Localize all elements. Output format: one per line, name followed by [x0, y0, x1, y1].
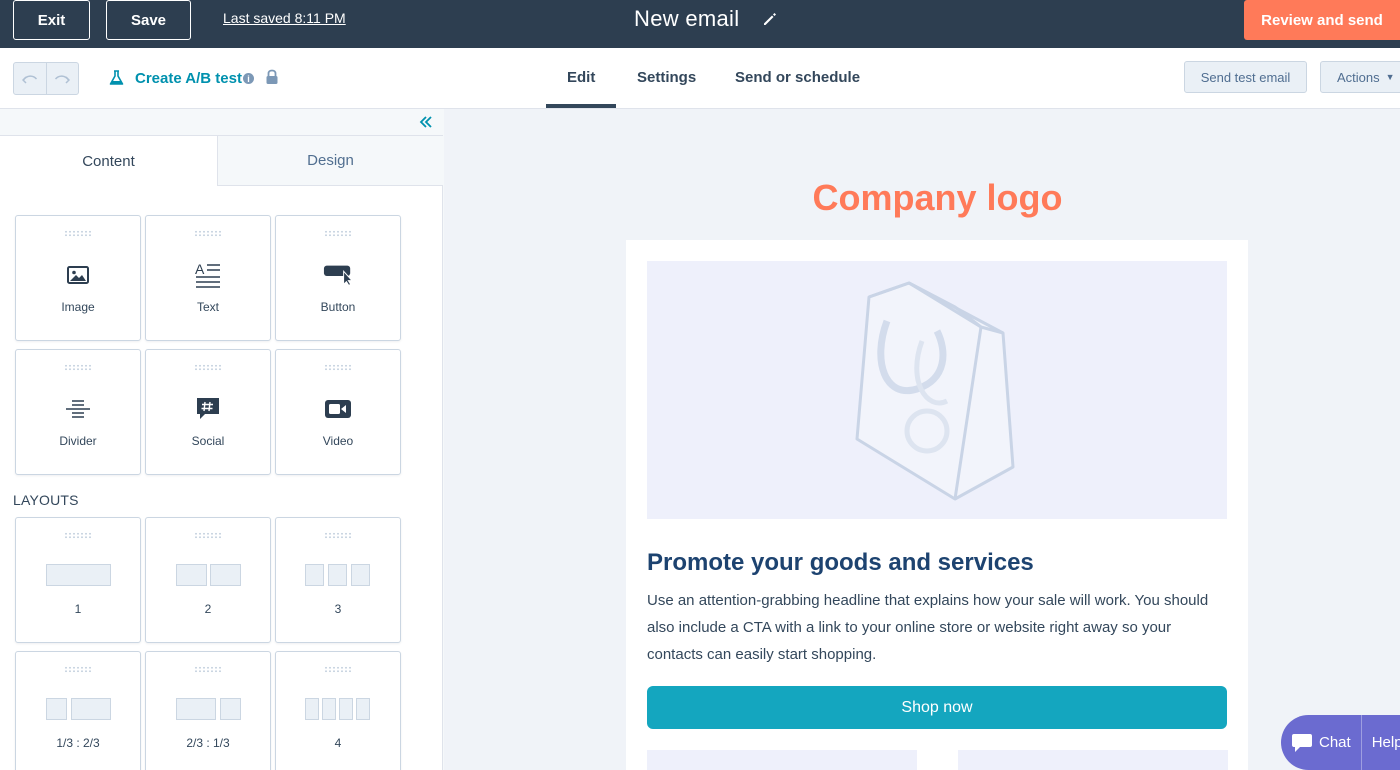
drag-handle-icon	[194, 532, 222, 539]
chevron-down-icon: ▼	[1385, 72, 1395, 82]
module-social[interactable]: Social	[145, 349, 271, 475]
tab-content[interactable]: Content	[0, 136, 217, 186]
tab-edit[interactable]: Edit	[567, 69, 595, 86]
module-divider[interactable]: Divider	[15, 349, 141, 475]
drag-handle-icon	[64, 364, 92, 371]
layout-label: 1/3 : 2/3	[56, 736, 100, 750]
module-label: Button	[320, 300, 356, 314]
top-bar: Exit Save Last saved 8:11 PM New email R…	[0, 0, 1400, 48]
layout-3-columns[interactable]: 3	[275, 517, 401, 643]
product-image[interactable]	[958, 750, 1228, 770]
product-image[interactable]	[647, 750, 917, 770]
drag-handle-icon	[324, 230, 352, 237]
layout-label: 3	[334, 602, 342, 616]
help-button[interactable]: Help	[1362, 715, 1400, 770]
layout-two-thirds-one-third[interactable]: 2/3 : 1/3	[145, 651, 271, 770]
layouts-heading: LAYOUTS	[13, 492, 79, 508]
drag-handle-icon	[324, 532, 352, 539]
collapse-icon[interactable]	[418, 114, 434, 130]
video-icon	[325, 400, 351, 418]
last-saved-link[interactable]: Last saved 8:11 PM	[223, 10, 346, 26]
email-title: New email	[634, 6, 740, 31]
layout-one-third-two-thirds[interactable]: 1/3 : 2/3	[15, 651, 141, 770]
module-label: Divider	[59, 434, 97, 448]
chat-bubble-icon	[1292, 733, 1312, 752]
undo-redo-group	[13, 62, 79, 95]
drag-handle-icon	[324, 364, 352, 371]
redo-button[interactable]	[45, 63, 79, 94]
social-icon	[197, 398, 219, 419]
text-icon: A	[195, 261, 220, 288]
email-canvas: Company logo Promote your goods and serv…	[444, 109, 1400, 770]
layout-label: 4	[334, 736, 342, 750]
send-test-email-button[interactable]: Send test email	[1184, 61, 1307, 93]
drag-handle-icon	[194, 364, 222, 371]
layout-preview	[305, 698, 370, 720]
create-ab-test-link[interactable]: Create A/B test	[135, 70, 242, 87]
module-label: Text	[196, 300, 219, 314]
exit-button[interactable]: Exit	[13, 0, 90, 40]
shop-now-button[interactable]: Shop now	[647, 686, 1227, 729]
lock-icon	[266, 69, 278, 84]
layout-label: 2	[204, 602, 212, 616]
email-headline[interactable]: Promote your goods and services	[647, 549, 1034, 577]
chat-widget[interactable]: Chat Help	[1281, 715, 1400, 770]
module-text[interactable]: A Text	[145, 215, 271, 341]
drag-handle-icon	[324, 666, 352, 673]
email-body-text[interactable]: Use an attention-grabbing headline that …	[647, 587, 1227, 668]
divider-icon	[66, 400, 90, 418]
actions-label: Actions	[1337, 69, 1380, 85]
chat-label: Chat	[1319, 734, 1351, 751]
company-logo[interactable]: Company logo	[444, 177, 1400, 219]
undo-button[interactable]	[14, 63, 46, 94]
email-body: Promote your goods and services Use an a…	[626, 240, 1248, 770]
tab-design[interactable]: Design	[217, 136, 443, 186]
module-button[interactable]: Button	[275, 215, 401, 341]
tab-settings[interactable]: Settings	[637, 69, 696, 86]
drag-handle-icon	[64, 532, 92, 539]
module-label: Social	[191, 434, 225, 448]
module-image[interactable]: Image	[15, 215, 141, 341]
chat-button[interactable]: Chat	[1281, 715, 1351, 770]
hero-image[interactable]	[647, 261, 1227, 519]
active-tab-indicator	[546, 104, 616, 108]
drag-handle-icon	[64, 666, 92, 673]
layout-preview	[305, 564, 370, 586]
panel-collapse-row	[0, 109, 443, 136]
module-label: Video	[322, 434, 354, 448]
save-button[interactable]: Save	[106, 0, 191, 40]
info-icon[interactable]: i	[243, 73, 254, 84]
layout-preview	[46, 564, 111, 586]
drag-handle-icon	[194, 666, 222, 673]
module-video[interactable]: Video	[275, 349, 401, 475]
module-label: Image	[61, 300, 95, 314]
pencil-icon[interactable]	[762, 11, 778, 27]
svg-text:A: A	[195, 261, 205, 277]
layout-preview	[46, 698, 111, 720]
image-icon	[67, 266, 89, 284]
review-and-send-button[interactable]: Review and send	[1244, 0, 1400, 40]
layout-1-column[interactable]: 1	[15, 517, 141, 643]
redo-icon	[55, 74, 71, 84]
drag-handle-icon	[64, 230, 92, 237]
layout-label: 2/3 : 1/3	[186, 736, 230, 750]
drag-handle-icon	[194, 230, 222, 237]
flask-icon	[109, 70, 124, 85]
shopping-bag-icon	[855, 281, 1015, 501]
content-panel: Content Design Image A Text Button Divid…	[0, 109, 443, 770]
actions-dropdown[interactable]: Actions ▼	[1320, 61, 1400, 93]
layout-preview	[176, 698, 241, 720]
layout-preview	[176, 564, 241, 586]
undo-icon	[21, 74, 37, 84]
tab-send-or-schedule[interactable]: Send or schedule	[735, 69, 860, 86]
layout-label: 1	[74, 602, 82, 616]
button-icon	[323, 265, 353, 286]
help-label: Help	[1371, 734, 1400, 751]
layout-2-columns[interactable]: 2	[145, 517, 271, 643]
layout-4-columns[interactable]: 4	[275, 651, 401, 770]
